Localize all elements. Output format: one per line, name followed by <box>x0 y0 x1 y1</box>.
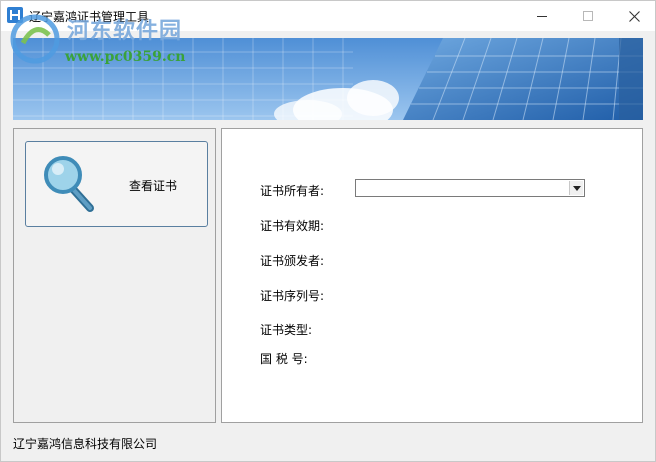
tax-number-label: 国 税 号: <box>260 352 308 366</box>
type-label: 证书类型: <box>260 323 313 337</box>
magnifier-icon <box>44 156 94 212</box>
maximize-icon <box>583 11 593 21</box>
watermark-url: www.pc0359.cn <box>65 49 186 65</box>
company-status: 辽宁嘉鸿信息科技有限公司 <box>13 437 158 451</box>
minimize-button[interactable] <box>519 1 565 31</box>
view-certificate-label: 查看证书 <box>129 179 178 193</box>
certificate-details-panel: 证书所有者: 证书有效期: 证书颁发者: 证书序列号: 证书类型: 国 税 号: <box>221 128 643 423</box>
chevron-down-icon <box>572 185 581 191</box>
watermark-logo-icon <box>10 14 60 64</box>
minimize-icon <box>537 15 547 17</box>
close-icon <box>628 10 640 22</box>
app-window: 辽宁嘉鸿证书管理工具 河东软件园 www.pc0359.cn 查看证书 证书所有… <box>0 0 656 462</box>
issuer-label: 证书颁发者: <box>260 254 325 268</box>
validity-label: 证书有效期: <box>260 219 325 233</box>
dropdown-arrow[interactable] <box>569 181 583 195</box>
sidebar-panel: 查看证书 <box>13 128 216 423</box>
close-button[interactable] <box>611 1 656 31</box>
serial-label: 证书序列号: <box>260 289 325 303</box>
maximize-button[interactable] <box>565 1 611 31</box>
owner-label: 证书所有者: <box>260 184 325 198</box>
view-certificate-button[interactable]: 查看证书 <box>25 141 208 227</box>
watermark-title: 河东软件园 <box>67 19 183 44</box>
owner-select[interactable] <box>355 179 585 197</box>
